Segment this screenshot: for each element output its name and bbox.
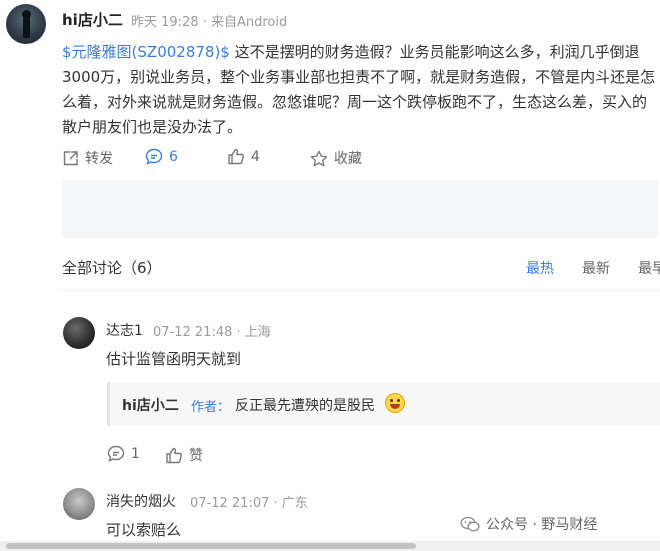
comment-text: 可以索赔么 (106, 521, 182, 539)
divider (62, 290, 660, 291)
comment-icon (145, 148, 163, 165)
stock-tag-link[interactable]: $元隆雅图(SZ002878)$ (62, 43, 230, 61)
discussion-title: 全部讨论（6） (62, 259, 162, 277)
avatar[interactable] (63, 488, 95, 520)
comment-reply-button[interactable]: 1 (107, 445, 140, 462)
comment-reply-count: 1 (131, 445, 140, 462)
laughing-emoji-icon (385, 393, 405, 413)
comment-author-name[interactable]: 达志1 (106, 320, 143, 340)
reply-box (107, 382, 660, 426)
comment-author-name[interactable]: 消失的烟火 (106, 491, 176, 511)
share-label: 转发 (85, 151, 113, 167)
like-count: 4 (251, 148, 260, 165)
tab-newest[interactable]: 最新 (582, 258, 610, 278)
comment-like-label: 赞 (189, 448, 203, 464)
star-icon (310, 150, 328, 167)
comment-icon (107, 445, 125, 462)
scrollbar-thumb[interactable] (6, 543, 416, 549)
share-icon (62, 150, 79, 167)
watermark-text: 公众号 · 野马财经 (486, 517, 598, 533)
post-body: $元隆雅图(SZ002878)$ 这不是摆明的财务造假？业务员能影响这么多，利润… (62, 40, 658, 140)
like-button[interactable]: 4 (227, 148, 260, 165)
comment-text: 估计监管函明天就到 (106, 350, 242, 368)
author-avatar[interactable] (6, 4, 46, 44)
share-button[interactable]: 转发 (62, 148, 113, 168)
reply-author-name[interactable]: hi店小二 (122, 395, 179, 415)
post-meta: 昨天 19:28 · 来自Android (131, 15, 288, 30)
tab-earliest[interactable]: 最早 (638, 258, 660, 278)
post-author-name[interactable]: hi店小二 (62, 9, 123, 30)
avatar[interactable] (63, 317, 95, 349)
favorite-button[interactable]: 收藏 (310, 148, 362, 168)
wechat-icon (460, 516, 480, 533)
favorite-label: 收藏 (334, 151, 362, 167)
comment-meta: 07-12 21:07 · 广东 (190, 496, 308, 511)
reply-text: 反正最先遭殃的是股民 (235, 398, 375, 414)
watermark: 公众号 · 野马财经 (460, 514, 597, 534)
comment-input-box[interactable] (62, 180, 658, 238)
thumbs-up-icon (227, 148, 245, 165)
comment-button[interactable]: 6 (145, 148, 178, 165)
comment-like-button[interactable]: 赞 (165, 445, 203, 465)
author-tag: 作者： (191, 400, 231, 415)
comment-count: 6 (169, 148, 178, 165)
comment-meta: 07-12 21:48 · 上海 (153, 325, 271, 340)
tab-hottest[interactable]: 最热 (526, 258, 554, 278)
thumbs-up-icon (165, 447, 183, 464)
